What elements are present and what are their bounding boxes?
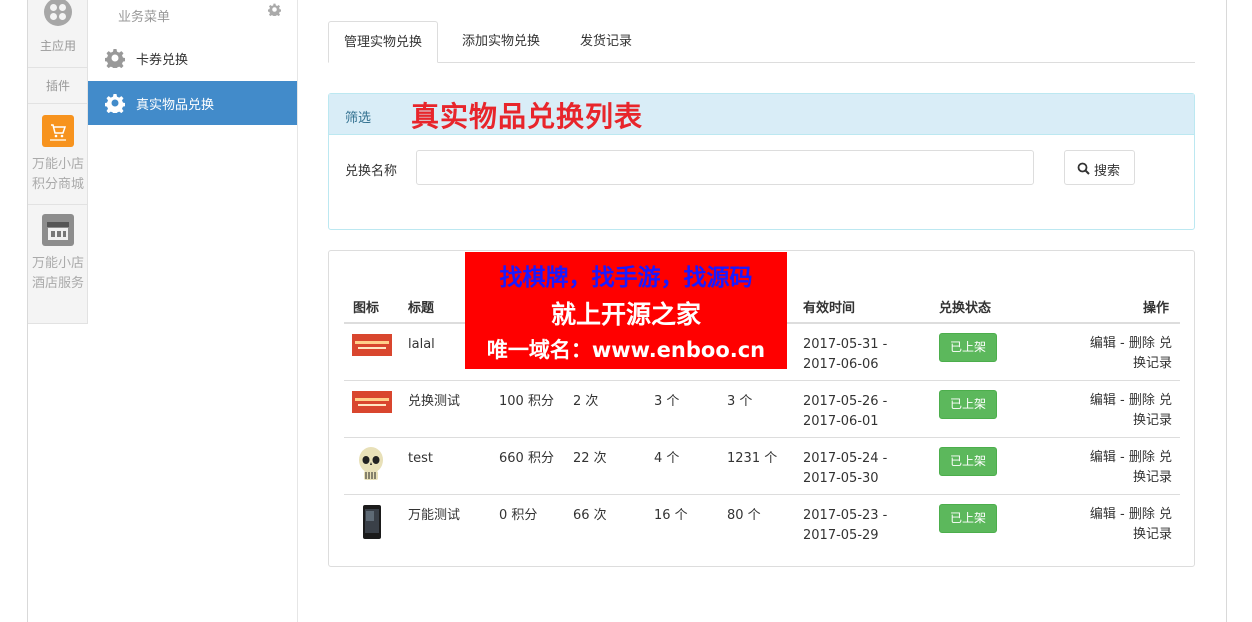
ad-line-2: 就上开源之家	[550, 300, 701, 329]
search-button-label: 搜索	[1094, 164, 1121, 179]
item-title: 万能测试	[408, 508, 461, 523]
column-header-icon: 图标	[353, 301, 380, 316]
ad-line-1: 找棋牌，找手游，找源码	[499, 265, 753, 291]
item-title: test	[408, 451, 433, 466]
column-header-exchange-status: 兑换状态	[939, 301, 992, 316]
main-app-label: 主应用	[39, 39, 76, 53]
table-row: test 660 积分 22 次 4 个 1231 个 2017-05-24 -…	[344, 438, 1180, 495]
status-button-listed[interactable]: 已上架	[939, 504, 997, 533]
item-thumbnail	[352, 391, 392, 413]
search-icon	[1077, 162, 1090, 175]
menu-item-real-goods[interactable]: 真实物品兑换	[88, 81, 297, 125]
search-button[interactable]: 搜索	[1064, 150, 1135, 185]
gear-icon	[104, 93, 126, 116]
item-stock: 3 个	[727, 394, 753, 409]
apps-grid-icon	[44, 0, 72, 26]
right-window-edge	[1226, 0, 1252, 622]
item-thumbnail	[352, 334, 392, 356]
exchange-name-input[interactable]	[416, 150, 1034, 185]
item-stock: 80 个	[727, 508, 761, 523]
item-times: 22 次	[573, 451, 607, 466]
tab-manage-real-exchange[interactable]: 管理实物兑换	[328, 21, 439, 63]
item-per-exchange: 16 个	[654, 508, 688, 523]
item-points: 0 积分	[499, 508, 538, 523]
item-valid-time: 2017-05-26 -2017-06-01	[803, 394, 888, 429]
rail-item-shop-mall-line2: 积分商城	[31, 177, 84, 192]
menu-header: 业务菜单	[118, 10, 171, 25]
row-actions[interactable]: 编辑 - 删除 兑换记录	[1062, 505, 1172, 545]
left-window-edge	[0, 0, 28, 622]
item-valid-time: 2017-05-31 -2017-06-06	[803, 337, 888, 372]
tab-bar: 管理实物兑换 添加实物兑换 发货记录	[328, 21, 1195, 63]
row-actions[interactable]: 编辑 - 删除 兑换记录	[1062, 334, 1172, 374]
column-header-actions: 操作	[1143, 301, 1170, 316]
item-per-exchange: 3 个	[654, 394, 680, 409]
main-app-button[interactable]: 主应用	[28, 0, 88, 66]
item-thumbnail	[361, 504, 383, 540]
menu-item-label: 真实物品兑换	[136, 98, 215, 113]
item-times: 66 次	[573, 508, 607, 523]
tab-shipping-records[interactable]: 发货记录	[565, 21, 647, 63]
filter-heading: 筛选 真实物品兑换列表	[329, 94, 1194, 135]
rail-divider	[28, 204, 88, 205]
status-button-listed[interactable]: 已上架	[939, 333, 997, 362]
tab-add-real-exchange[interactable]: 添加实物兑换	[447, 21, 555, 63]
cart-icon	[42, 115, 74, 147]
item-per-exchange: 4 个	[654, 451, 680, 466]
rail-item-hotel-line1: 万能小店	[31, 256, 84, 271]
rail-item-shop-mall-line1: 万能小店	[31, 157, 84, 172]
app-rail: 主应用 插件 万能小店 积分商城 万能小店 酒店服务	[28, 0, 88, 324]
item-title: 兑换测试	[408, 394, 461, 409]
item-points: 100 积分	[499, 394, 554, 409]
column-header-title: 标题	[408, 301, 435, 316]
item-thumbnail	[356, 445, 386, 485]
table-row: 兑换测试 100 积分 2 次 3 个 3 个 2017-05-26 -2017…	[344, 381, 1180, 438]
business-menu: 业务菜单 卡券兑换 真实物品兑换	[88, 0, 298, 622]
plugin-section-label: 插件	[28, 67, 88, 104]
menu-settings-gear-icon[interactable]	[267, 3, 282, 20]
filter-title: 筛选	[345, 111, 372, 126]
item-points: 660 积分	[499, 451, 554, 466]
overlay-page-title: 真实物品兑换列表	[411, 100, 644, 133]
exchange-name-label: 兑换名称	[345, 164, 398, 179]
status-button-listed[interactable]: 已上架	[939, 390, 997, 419]
rail-item-hotel-line2: 酒店服务	[31, 276, 84, 291]
item-stock: 1231 个	[727, 451, 778, 466]
watermark-ad-banner: 找棋牌，找手游，找源码 就上开源之家 唯一域名：www.enboo.cn	[465, 252, 787, 369]
hotel-icon	[42, 214, 74, 246]
row-actions[interactable]: 编辑 - 删除 兑换记录	[1062, 391, 1172, 431]
ad-line-3: 唯一域名：www.enboo.cn	[486, 338, 766, 362]
menu-item-label: 卡券兑换	[136, 53, 189, 68]
rail-item-hotel-service[interactable]: 万能小店 酒店服务	[28, 214, 88, 304]
item-valid-time: 2017-05-24 -2017-05-30	[803, 451, 888, 486]
item-valid-time: 2017-05-23 -2017-05-29	[803, 508, 888, 543]
item-times: 2 次	[573, 394, 599, 409]
column-header-valid-time: 有效时间	[803, 301, 856, 316]
item-title: lalal	[408, 337, 435, 352]
table-row: 万能测试 0 积分 66 次 16 个 80 个 2017-05-23 -201…	[344, 495, 1180, 552]
status-button-listed[interactable]: 已上架	[939, 447, 997, 476]
menu-item-card-voucher[interactable]: 卡券兑换	[88, 36, 297, 80]
gear-icon	[104, 48, 126, 71]
filter-panel: 筛选 真实物品兑换列表 兑换名称 搜索	[328, 93, 1195, 230]
rail-item-shop-mall[interactable]: 万能小店 积分商城	[28, 115, 88, 203]
row-actions[interactable]: 编辑 - 删除 兑换记录	[1062, 448, 1172, 488]
